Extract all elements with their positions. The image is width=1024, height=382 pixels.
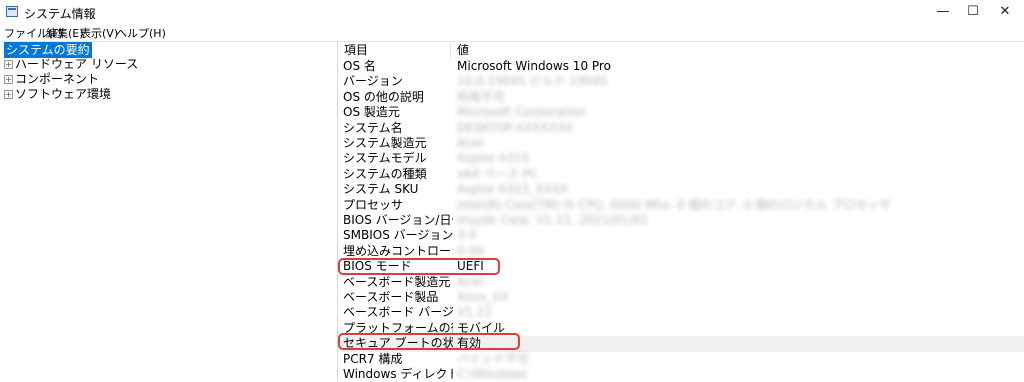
item-name-cell: Windows ディレクトリ [343,367,453,381]
table-row[interactable]: プロセッサ Intel(R) Core(TM) i5 CPU, 0000 Mhz,… [338,198,1024,213]
table-row[interactable]: ベースボード製造元 Acer [338,275,1024,290]
item-name-cell: SMBIOS バージョン [343,228,453,243]
highlight-box-bios-mode [338,258,500,275]
item-name-cell: BIOS バージョン/日付 [343,213,453,227]
table-row[interactable]: BIOS バージョン/日付 Insyde Corp. V1.11, 2021/01… [338,213,1024,228]
item-value-cell: Acer [457,136,484,150]
item-value-cell: V1.11 [457,305,492,320]
item-value-cell: 10.0.19045 ビルド 19045 [457,74,608,89]
table-row[interactable]: OS 製造元 Microsoft Corporation [338,105,1024,120]
item-value-cell: Intel(R) Core(TM) i5 CPU, 0000 Mhz, 0 個の… [457,197,892,212]
table-row[interactable]: システム SKU Aspire A315_XXXX [338,182,1024,197]
item-name-cell: OS 製造元 [343,105,400,120]
table-row[interactable]: システム名 DESKTOP-XXXXXXX [338,121,1024,136]
table-row[interactable]: PCR7 構成 バインド不可 [338,352,1024,367]
minimize-button[interactable]: — [928,0,958,24]
item-name-cell: OS の他の説明 [343,89,424,104]
window-title: システム情報 [24,7,96,21]
close-button[interactable]: ✕ [990,0,1020,24]
tree-item-software-environment[interactable]: + ソフトウェア環境 [4,87,111,102]
table-row[interactable]: バージョン 10.0.19045 ビルド 19045 [338,74,1024,89]
title-bar: システム情報 — ☐ ✕ [0,0,1024,24]
item-name-cell: バージョン [343,74,403,89]
table-row[interactable]: システムモデル Aspire A315 [338,151,1024,166]
item-value-cell: Aspire A315_XXXX [457,182,569,197]
expand-icon[interactable]: + [4,60,13,69]
menu-bar: ファイル(F) 編集(E) 表示(V) ヘルプ(H) [0,24,1024,40]
item-name-cell: システムの種類 [343,166,427,181]
table-row[interactable]: Windows ディレクトリ C:\Windows [338,367,1024,382]
item-name-cell: OS 名 [343,59,376,73]
table-row[interactable]: ベースボード製品 Xxxx_XX [338,290,1024,305]
expand-icon[interactable]: + [4,90,13,99]
tree-item-label: ソフトウェア環境 [15,87,112,101]
item-value-cell: Xxxx_XX [457,290,509,304]
maximize-button[interactable]: ☐ [958,0,988,24]
item-name-cell: 埋め込みコントローラーのバージョン [343,243,453,258]
item-value-cell: x64 ベース PC [457,166,539,181]
column-header-value[interactable]: 値 [457,42,469,58]
item-name-cell: システム SKU [343,182,419,197]
column-header-item[interactable]: 項目 [344,42,368,58]
item-name-cell: システム製造元 [343,136,427,150]
item-value-cell: C:\Windows [457,367,528,381]
item-value-cell: Aspire A315 [457,151,530,166]
item-value-cell: Acer [457,274,484,289]
table-row[interactable]: OS 名 Microsoft Windows 10 Pro [338,59,1024,74]
item-value-cell: Insyde Corp. V1.11, 2021/01/01 [457,213,648,227]
item-value-cell: Microsoft Corporation [457,105,587,120]
tree-item-hardware-resources[interactable]: + ハードウェア リソース [4,57,138,72]
item-name-cell: システム名 [343,120,403,135]
table-row[interactable]: SMBIOS バージョン 3.0 [338,228,1024,243]
item-value-cell: 0.00 [457,243,484,258]
details-list: 項目 値 OS 名 Microsoft Windows 10 Pro バージョン 10… [338,41,1024,381]
tree-item-system-summary[interactable]: システムの要約 [4,42,92,58]
item-name-cell: ベースボード製品 [343,290,439,304]
item-name-cell: プロセッサ [343,197,404,212]
category-tree: システムの要約 + ハードウェア リソース + コンポーネント + ソフトウェア環境 [0,41,338,381]
table-row[interactable]: システム製造元 Acer [338,136,1024,151]
tree-item-label: ハードウェア リソース [15,57,139,71]
table-row[interactable]: ベースボード バージョン V1.11 [338,305,1024,320]
table-row[interactable]: 埋め込みコントローラーのバージョン 0.00 [338,244,1024,259]
item-value-cell: 3.0 [457,228,477,243]
item-value-cell: バインド不可 [457,351,530,366]
item-value-cell: DESKTOP-XXXXXXX [457,120,574,135]
item-name-cell: ベースボード製造元 [343,274,451,289]
menu-view[interactable]: 表示(V) [80,25,118,41]
item-name-cell: PCR7 構成 [343,351,403,366]
table-row[interactable]: システムの種類 x64 ベース PC [338,167,1024,182]
item-name-cell: システムモデル [343,151,427,166]
item-value-cell: 利用不可 [457,89,506,104]
expand-icon[interactable]: + [4,75,13,84]
menu-help[interactable]: ヘルプ(H) [116,25,166,41]
tree-item-components[interactable]: + コンポーネント [4,72,99,87]
table-row[interactable]: OS の他の説明 利用不可 [338,90,1024,105]
menu-edit[interactable]: 編集(E) [46,25,84,41]
item-name-cell: ベースボード バージョン [343,305,453,320]
item-value-cell: Microsoft Windows 10 Pro [457,59,611,73]
column-divider[interactable] [450,42,451,58]
system-info-app-icon [6,6,18,17]
tree-item-label: コンポーネント [15,72,100,86]
highlight-box-secure-boot [338,333,520,350]
